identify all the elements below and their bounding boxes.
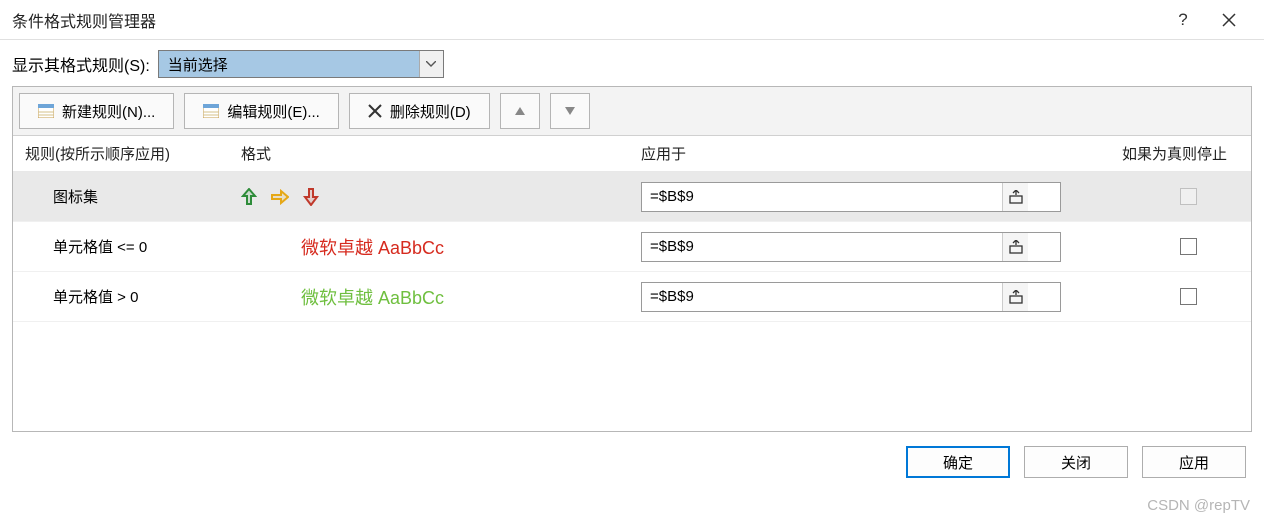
stop-if-true-checkbox — [1180, 188, 1197, 205]
stop-if-true-checkbox[interactable] — [1180, 288, 1197, 305]
applies-to-input[interactable] — [642, 233, 1002, 261]
arrow-down-red-icon — [303, 188, 319, 206]
header-applies-to: 应用于 — [641, 143, 1061, 164]
header-rule: 规则(按所示顺序应用) — [21, 143, 241, 164]
titlebar: 条件格式规则管理器 ? — [0, 0, 1264, 40]
rule-row[interactable]: 图标集 — [13, 172, 1251, 222]
close-icon — [1222, 13, 1236, 27]
rules-header-row: 规则(按所示顺序应用) 格式 应用于 如果为真则停止 — [13, 136, 1251, 172]
delete-rule-button[interactable]: 删除规则(D) — [349, 93, 490, 129]
range-selector-button[interactable] — [1002, 183, 1028, 211]
stop-if-true-checkbox[interactable] — [1180, 238, 1197, 255]
range-selector-button[interactable] — [1002, 233, 1028, 261]
rule-name: 单元格值 > 0 — [21, 286, 241, 307]
apply-button[interactable]: 应用 — [1142, 446, 1246, 478]
format-sample-text: 微软卓越 AaBbCc — [301, 284, 444, 310]
close-window-button[interactable] — [1206, 4, 1252, 36]
rules-list: 图标集 — [13, 172, 1251, 431]
ok-button[interactable]: 确定 — [906, 446, 1010, 478]
range-selector-icon — [1009, 190, 1023, 204]
move-down-button[interactable] — [550, 93, 590, 129]
arrow-up-icon — [515, 107, 525, 115]
show-rules-row: 显示其格式规则(S): 当前选择 — [0, 40, 1264, 86]
header-stop-if-true: 如果为真则停止 — [1061, 143, 1243, 164]
applies-to-input[interactable] — [642, 283, 1002, 311]
new-rule-icon — [38, 104, 54, 118]
conditional-formatting-rules-manager: 条件格式规则管理器 ? 显示其格式规则(S): 当前选择 — [0, 0, 1264, 524]
rule-row[interactable]: 单元格值 <= 0 微软卓越 AaBbCc — [13, 222, 1251, 272]
arrow-right-yellow-icon — [271, 189, 289, 205]
arrow-up-green-icon — [241, 188, 257, 206]
format-preview-text: 微软卓越 AaBbCc — [241, 234, 641, 260]
applies-to-field — [641, 182, 1061, 212]
chevron-down-icon — [419, 51, 443, 77]
applies-to-field — [641, 232, 1061, 262]
range-selector-icon — [1009, 290, 1023, 304]
format-preview-text: 微软卓越 AaBbCc — [241, 284, 641, 310]
move-up-button[interactable] — [500, 93, 540, 129]
range-selector-icon — [1009, 240, 1023, 254]
close-button[interactable]: 关闭 — [1024, 446, 1128, 478]
rule-name: 单元格值 <= 0 — [21, 236, 241, 257]
header-format: 格式 — [241, 143, 641, 164]
range-selector-button[interactable] — [1002, 283, 1028, 311]
dialog-footer: 确定 关闭 应用 — [0, 432, 1264, 492]
rules-toolbar: 新建规则(N)... 编辑规则(E)... 删除规则(D) — [13, 87, 1251, 136]
edit-rule-icon — [203, 104, 219, 118]
rule-row[interactable]: 单元格值 > 0 微软卓越 AaBbCc — [13, 272, 1251, 322]
rule-name: 图标集 — [21, 186, 241, 207]
delete-icon — [368, 104, 382, 118]
arrow-down-icon — [565, 107, 575, 115]
applies-to-input[interactable] — [642, 183, 1002, 211]
format-preview-iconset — [241, 188, 641, 206]
show-rules-label: 显示其格式规则(S): — [12, 52, 150, 76]
rules-frame: 新建规则(N)... 编辑规则(E)... 删除规则(D) — [12, 86, 1252, 432]
new-rule-button[interactable]: 新建规则(N)... — [19, 93, 174, 129]
show-rules-selected: 当前选择 — [159, 51, 419, 77]
watermark: CSDN @repTV — [1147, 497, 1250, 514]
format-sample-text: 微软卓越 AaBbCc — [301, 234, 444, 260]
applies-to-field — [641, 282, 1061, 312]
dialog-title: 条件格式规则管理器 — [12, 8, 1160, 32]
show-rules-dropdown[interactable]: 当前选择 — [158, 50, 444, 78]
edit-rule-button[interactable]: 编辑规则(E)... — [184, 93, 339, 129]
help-button[interactable]: ? — [1160, 4, 1206, 36]
